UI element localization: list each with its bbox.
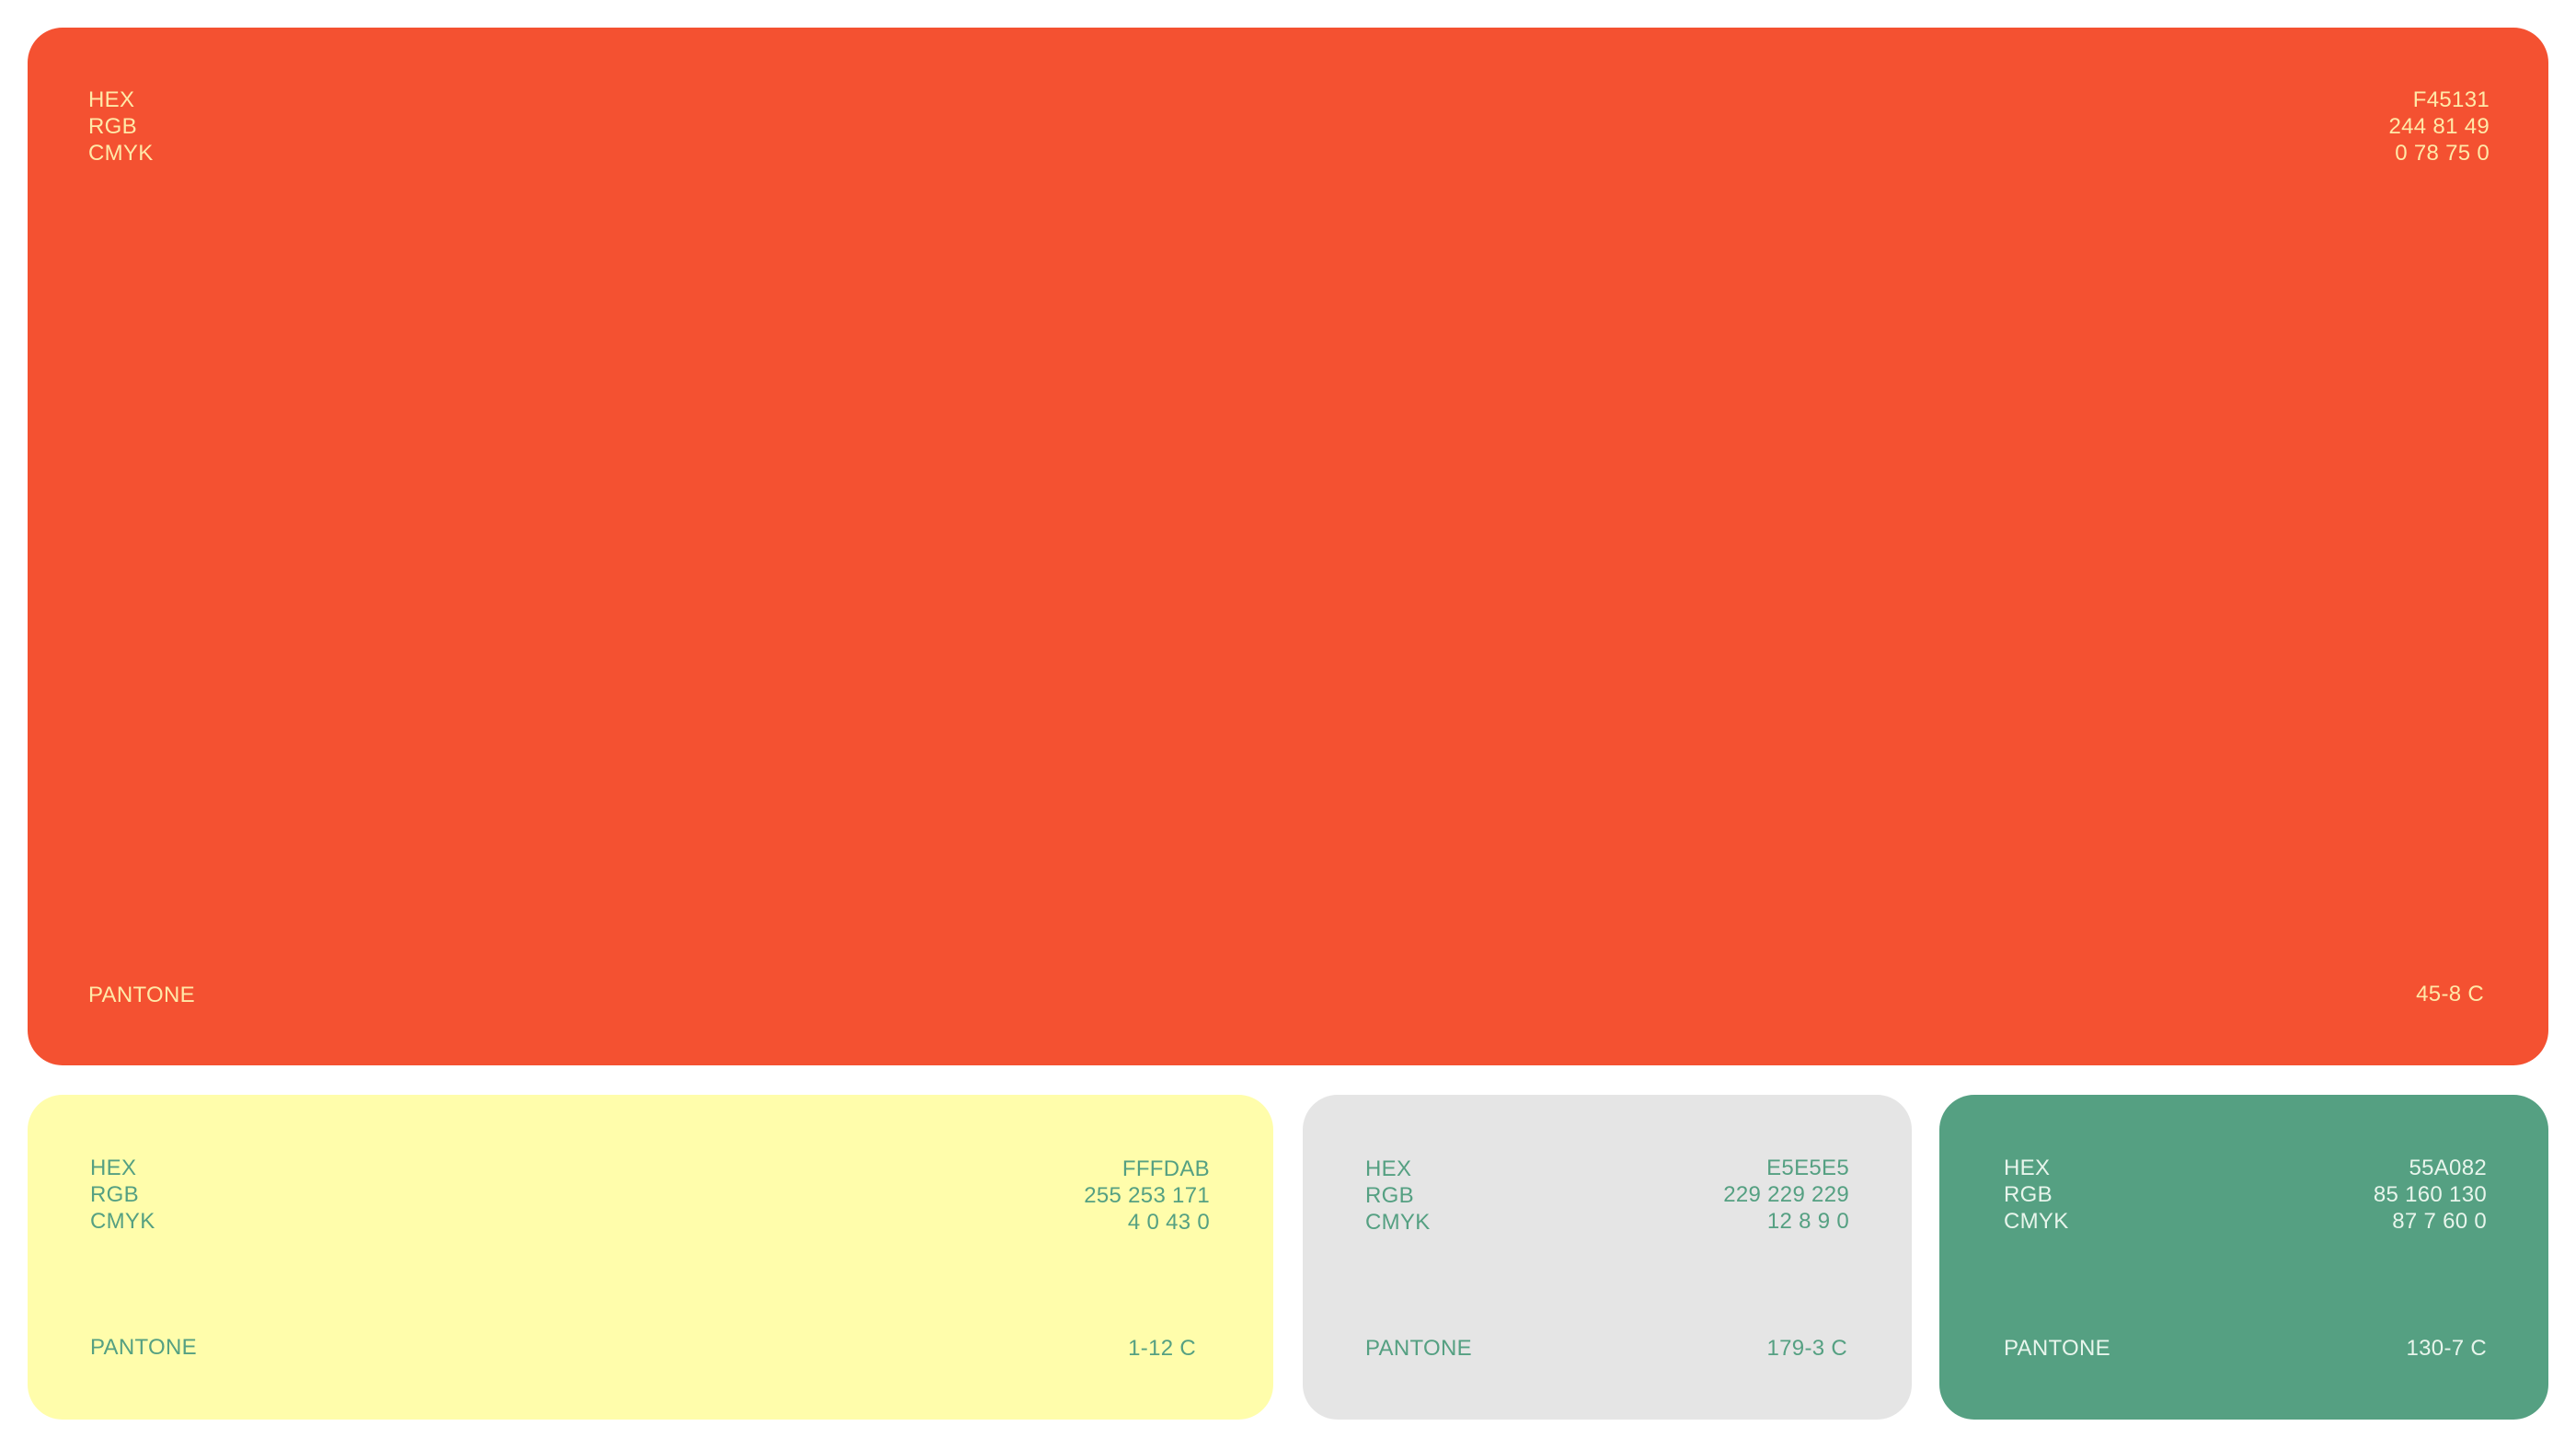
- cmyk-label: CMYK: [1365, 1210, 1431, 1235]
- hex-value: E5E5E5: [1766, 1156, 1849, 1180]
- rgb-label: RGB: [2004, 1182, 2053, 1207]
- pantone-label: PANTONE: [2004, 1336, 2110, 1361]
- pantone-label: PANTONE: [88, 983, 195, 1007]
- color-swatch-orange: HEX RGB CMYK F45131 244 81 49 0 78 75 0 …: [28, 28, 2548, 1065]
- pantone-value: 45-8 C: [2416, 982, 2484, 1006]
- rgb-value: 85 160 130: [2373, 1182, 2487, 1207]
- hex-value: FFFDAB: [1121, 1156, 1210, 1181]
- cmyk-value: 4 0 43 0: [1127, 1210, 1210, 1235]
- cmyk-value: 87 7 60 0: [2392, 1209, 2487, 1234]
- hex-label: HEX: [88, 87, 135, 112]
- rgb-value: 244 81 49: [2388, 114, 2490, 139]
- cmyk-label: CMYK: [88, 141, 154, 166]
- rgb-label: RGB: [90, 1182, 139, 1207]
- rgb-value: 229 229 229: [1723, 1182, 1849, 1207]
- swatch-values: E5E5E5 229 229 229 12 8 9 0: [1723, 1155, 1849, 1235]
- color-swatch-grey: HEX RGB CMYK E5E5E5 229 229 229 12 8 9 0…: [1303, 1095, 1912, 1420]
- hex-label: HEX: [2004, 1156, 2051, 1180]
- pantone-value: 1-12 C: [1128, 1336, 1196, 1361]
- color-swatch-green: HEX RGB CMYK 55A082 85 160 130 87 7 60 0…: [1939, 1095, 2548, 1420]
- rgb-label: RGB: [88, 114, 137, 139]
- pantone-value: 179-3 C: [1766, 1336, 1847, 1361]
- pantone-value: 130-7 C: [2406, 1336, 2487, 1361]
- hex-value: 55A082: [2409, 1156, 2487, 1180]
- swatch-labels: HEX RGB CMYK: [2004, 1155, 2069, 1235]
- swatch-labels: HEX RGB CMYK: [90, 1155, 155, 1235]
- swatch-labels: HEX RGB CMYK: [1365, 1156, 1431, 1236]
- swatch-values: F45131 244 81 49 0 78 75 0: [2389, 86, 2490, 167]
- rgb-value: 255 253 171: [1084, 1183, 1210, 1208]
- hex-value: F45131: [2412, 87, 2490, 112]
- color-swatch-yellow: HEX RGB CMYK FFFDAB 255 253 171 4 0 43 0…: [28, 1095, 1273, 1420]
- cmyk-value: 12 8 9 0: [1766, 1209, 1849, 1234]
- cmyk-value: 0 78 75 0: [2395, 141, 2490, 166]
- swatch-values: FFFDAB 255 253 171 4 0 43 0: [1084, 1156, 1210, 1236]
- cmyk-label: CMYK: [2004, 1209, 2069, 1234]
- pantone-label: PANTONE: [1365, 1336, 1472, 1361]
- hex-label: HEX: [90, 1156, 137, 1180]
- cmyk-label: CMYK: [90, 1209, 155, 1234]
- hex-label: HEX: [1365, 1156, 1412, 1181]
- swatch-values: 55A082 85 160 130 87 7 60 0: [2374, 1155, 2487, 1235]
- pantone-label: PANTONE: [90, 1335, 197, 1360]
- rgb-label: RGB: [1365, 1183, 1414, 1208]
- swatch-labels: HEX RGB CMYK: [88, 86, 154, 167]
